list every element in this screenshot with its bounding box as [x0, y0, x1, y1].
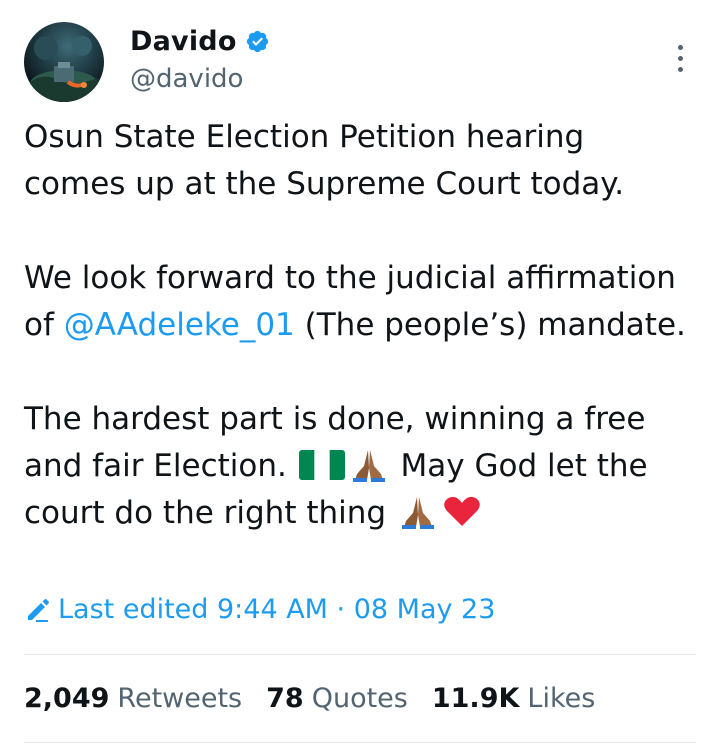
last-edited-label: Last edited 9:44 AM · 08 May 23 [58, 594, 496, 625]
quotes-label: Quotes [311, 683, 408, 714]
tweet-paragraph-2: We look forward to the judicial affirmat… [24, 255, 694, 349]
paragraph-2-text-after: (The people’s) mandate. [294, 307, 686, 343]
folded-hands-icon [349, 446, 389, 482]
divider [24, 742, 696, 743]
likes-count: 11.9K [431, 683, 520, 714]
last-edited-link[interactable]: Last edited 9:44 AM · 08 May 23 [24, 594, 495, 625]
tweet-paragraph-1: Osun State Election Petition hearing com… [24, 119, 625, 202]
avatar[interactable] [24, 22, 104, 102]
nigeria-flag-icon [298, 450, 345, 480]
retweets-label: Retweets [117, 683, 243, 714]
display-name[interactable]: Davido [130, 26, 237, 57]
mention-link[interactable]: @AAdeleke_01 [64, 307, 295, 343]
quotes-count: 78 [266, 683, 304, 714]
retweets-stat[interactable]: 2,049 Retweets [24, 683, 242, 714]
folded-hands-icon [398, 493, 438, 529]
name-row: Davido [130, 26, 270, 57]
avatar-image [24, 36, 104, 102]
quotes-stat[interactable]: 78 Quotes [266, 683, 408, 714]
pencil-icon [24, 596, 52, 624]
red-heart-icon [442, 493, 482, 529]
verified-badge-icon [245, 29, 270, 54]
tweet-paragraph-3: The hardest part is done, winning a free… [24, 396, 694, 537]
likes-label: Likes [527, 683, 596, 714]
divider [24, 654, 696, 655]
retweets-count: 2,049 [24, 683, 110, 714]
engagement-stats: 2,049 Retweets 78 Quotes 11.9K Likes [24, 683, 619, 714]
likes-stat[interactable]: 11.9K Likes [432, 683, 595, 714]
tweet-text: Osun State Election Petition hearing com… [24, 114, 694, 537]
user-handle[interactable]: @davido [130, 64, 243, 94]
tweet-header: Davido @davido [24, 22, 696, 102]
more-options-icon[interactable] [670, 42, 690, 82]
